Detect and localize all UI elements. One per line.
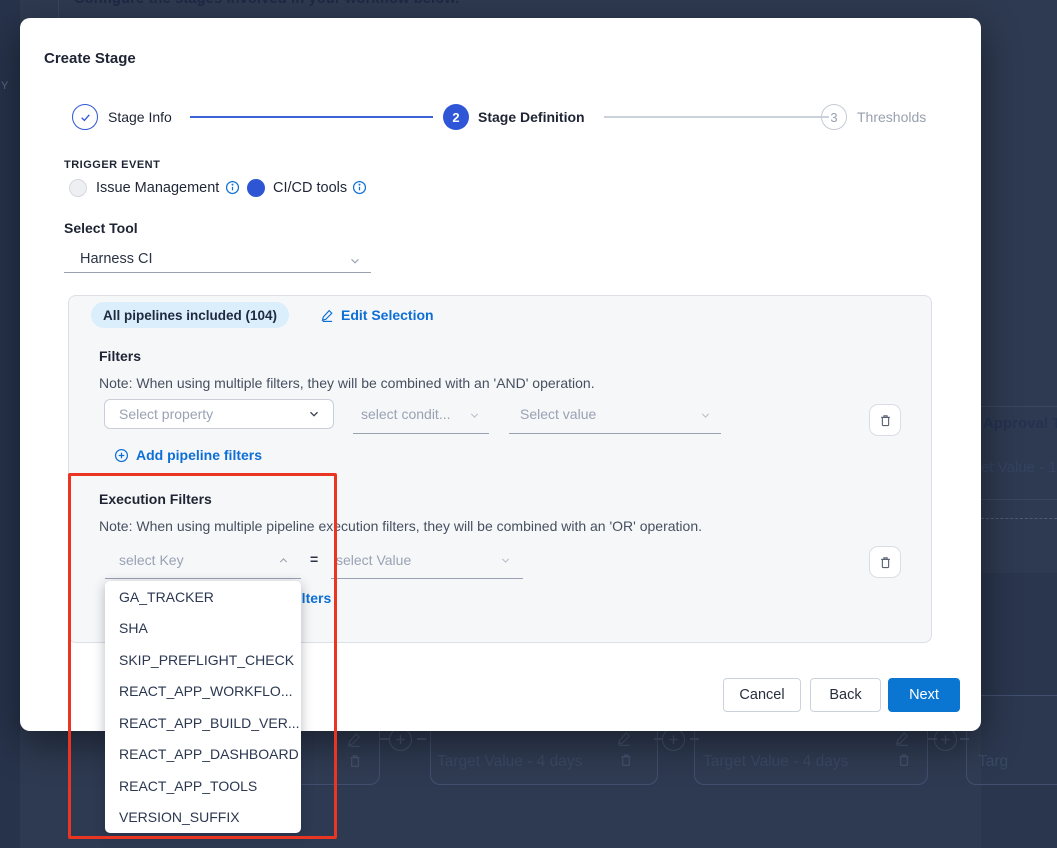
backdrop-dashed-line <box>981 518 1057 519</box>
backdrop-connector <box>417 738 426 740</box>
check-icon <box>79 111 92 124</box>
backdrop-header: Configure the stages involved in your wo… <box>0 0 1057 19</box>
tool-select-value[interactable]: Harness CI <box>80 251 153 267</box>
trash-icon <box>896 752 912 768</box>
tool-select-underline <box>64 272 371 273</box>
step-stage-definition-circle[interactable]: 2 <box>443 104 469 130</box>
trash-icon <box>347 753 363 769</box>
dropdown-option[interactable]: VERSION_SUFFIX <box>105 802 301 834</box>
value-select-underline <box>509 433 721 434</box>
key-select[interactable]: select Key <box>119 552 184 568</box>
backdrop-header-text: Configure the stages involved in your wo… <box>74 0 460 7</box>
add-node-button <box>662 728 685 751</box>
plus-circle-icon <box>114 448 129 463</box>
chevron-down-icon <box>307 407 321 421</box>
backdrop-connector <box>380 738 389 740</box>
select-tool-label: Select Tool <box>64 220 138 236</box>
step-number: 2 <box>452 110 459 125</box>
add-node-button <box>389 728 412 751</box>
step-stage-definition-label[interactable]: Stage Definition <box>478 104 585 130</box>
info-icon[interactable] <box>225 180 240 195</box>
trash-icon <box>878 413 893 428</box>
screen: Y Configure the stages involved in your … <box>0 0 1057 848</box>
radio-issue-management-label[interactable]: Issue Management <box>96 179 219 197</box>
stepper-connector <box>190 116 433 118</box>
step-thresholds-circle[interactable]: 3 <box>821 104 847 130</box>
radio-cicd-tools-label[interactable]: CI/CD tools <box>273 179 347 197</box>
edit-selection-link[interactable]: Edit Selection <box>321 302 434 328</box>
add-pipeline-filters-label: Add pipeline filters <box>136 447 262 463</box>
backdrop-table-cell: et Value - 1 <box>981 459 1057 476</box>
select-property-placeholder: Select property <box>119 406 213 422</box>
value-select[interactable]: Select value <box>520 406 596 422</box>
filters-note: Note: When using multiple filters, they … <box>99 375 595 391</box>
pipelines-included-badge: All pipelines included (104) <box>91 302 289 328</box>
backdrop-card-label: Target Value - 4 days <box>437 753 582 771</box>
step-thresholds-label[interactable]: Thresholds <box>857 104 926 130</box>
step-stage-info-circle[interactable] <box>72 104 98 130</box>
edit-selection-label: Edit Selection <box>341 307 434 323</box>
dropdown-option[interactable]: REACT_APP_BUILD_VER... <box>105 707 301 739</box>
key-select-underline <box>105 578 301 579</box>
dropdown-option[interactable]: REACT_APP_TOOLS <box>105 770 301 802</box>
delete-filter-button[interactable] <box>869 404 901 436</box>
dropdown-option[interactable]: SHA <box>105 613 301 645</box>
backdrop-table-line <box>981 406 1057 407</box>
delete-execution-filter-button[interactable] <box>869 546 901 578</box>
chevron-down-icon[interactable] <box>499 554 512 567</box>
dropdown-option[interactable]: GA_TRACKER <box>105 581 301 613</box>
dropdown-option[interactable]: REACT_APP_DASHBOARD <box>105 739 301 771</box>
chevron-up-icon[interactable] <box>277 554 290 567</box>
next-button[interactable]: Next <box>888 678 960 712</box>
trigger-event-heading: TRIGGER EVENT <box>64 159 160 171</box>
chevron-down-icon[interactable] <box>348 254 362 268</box>
select-property-dropdown[interactable]: Select property <box>104 399 334 429</box>
cancel-button[interactable]: Cancel <box>723 678 801 712</box>
execution-filters-note: Note: When using multiple pipeline execu… <box>99 518 702 534</box>
back-button[interactable]: Back <box>810 678 881 712</box>
chevron-down-icon[interactable] <box>699 409 712 422</box>
backdrop-table-line <box>981 499 1057 500</box>
backdrop-table-header: Approval Tim <box>983 415 1057 432</box>
stepper-connector <box>604 116 829 118</box>
trash-icon <box>618 752 634 768</box>
step-stage-info-label[interactable]: Stage Info <box>108 104 172 130</box>
edit-pencil-icon <box>347 731 363 747</box>
backdrop-divider <box>58 0 59 19</box>
step-number: 3 <box>830 110 837 125</box>
dropdown-option[interactable]: REACT_APP_WORKFLO... <box>105 676 301 708</box>
chevron-down-icon[interactable] <box>468 409 481 422</box>
radio-cicd-tools[interactable] <box>247 179 265 197</box>
condition-select-underline <box>353 433 489 434</box>
edit-pencil-icon <box>617 730 633 746</box>
exec-value-select[interactable]: select Value <box>336 552 411 568</box>
edit-pencil-icon <box>895 730 911 746</box>
key-select-dropdown-menu: GA_TRACKERSHASKIP_PREFLIGHT_CHECKREACT_A… <box>105 581 301 833</box>
radio-issue-management[interactable] <box>69 179 87 197</box>
edit-pencil-icon <box>321 308 335 322</box>
add-pipeline-filters-link[interactable]: Add pipeline filters <box>114 447 262 463</box>
dropdown-option[interactable]: SKIP_PREFLIGHT_CHECK <box>105 644 301 676</box>
backdrop-card-label: Target Value - 4 days <box>703 753 848 771</box>
condition-select[interactable]: select condit... <box>361 406 451 422</box>
filters-title: Filters <box>99 348 141 364</box>
dialog-title: Create Stage <box>44 50 136 67</box>
backdrop-sidebar <box>0 0 20 848</box>
exec-value-select-underline <box>331 578 523 579</box>
trash-icon <box>878 555 893 570</box>
execution-filters-title: Execution Filters <box>99 491 212 507</box>
backdrop-card-label: Targ <box>978 753 1008 771</box>
add-node-button <box>934 728 957 751</box>
info-icon[interactable] <box>352 180 367 195</box>
equals-sign: = <box>310 551 318 567</box>
backdrop-sidebar-label: Y <box>1 80 8 92</box>
